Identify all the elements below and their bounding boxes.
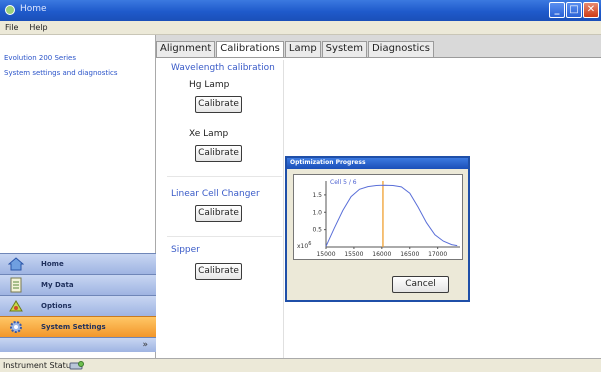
menu-help[interactable]: Help: [24, 21, 53, 34]
group-divider: [167, 176, 282, 177]
link-evolution-series[interactable]: Evolution 200 Series: [4, 54, 134, 63]
dialog-title: Optimization Progress: [290, 159, 366, 166]
y-multiplier-label: x106: [297, 241, 311, 250]
nav-system-settings[interactable]: System Settings: [0, 316, 156, 337]
tab-calibrations[interactable]: Calibrations: [216, 41, 284, 58]
xe-calibrate-button[interactable]: Calibrate: [195, 145, 242, 162]
nav-options-label: Options: [41, 302, 72, 310]
menu-file[interactable]: File: [0, 21, 24, 34]
tab-diagnostics[interactable]: Diagnostics: [367, 41, 434, 57]
x-tick-label: 16500: [400, 251, 419, 258]
group-divider: [167, 236, 282, 237]
y-tick-label: 0.5: [312, 227, 322, 234]
dialog-title-bar: Optimization Progress: [287, 158, 468, 169]
status-bar: Instrument Status: [0, 358, 601, 372]
nav-my-data[interactable]: My Data: [0, 274, 156, 295]
nav-options[interactable]: Options: [0, 295, 156, 316]
progress-chart: 15000 15500 16000 16500 17000 0.5 1.0 1.5 x106 Ce…: [293, 174, 463, 260]
window-title: Home: [20, 4, 47, 14]
cell-changer-calibrate-button[interactable]: Calibrate: [195, 205, 242, 222]
home-icon: [7, 256, 25, 272]
optimization-progress-dialog: Optimization Progress 15000 15500 16000 165…: [285, 156, 470, 302]
settings-icon: [7, 319, 25, 335]
instrument-status-label: Instrument Status: [3, 361, 76, 370]
menu-bar: File Help: [0, 21, 601, 35]
data-icon: [7, 277, 25, 293]
chart-title: Cell 5 / 6: [330, 179, 357, 186]
wavelength-calibration-title: Wavelength calibration: [171, 63, 275, 73]
left-panel: Evolution 200 Series System settings and…: [0, 35, 156, 358]
minimize-button[interactable]: _: [549, 2, 565, 18]
nav-overflow[interactable]: »: [0, 337, 156, 352]
nav-system-settings-label: System Settings: [41, 323, 106, 331]
y-tick-label: 1.5: [312, 192, 322, 199]
title-bar: Home _ □ ✕: [0, 0, 601, 21]
nav-my-data-label: My Data: [41, 281, 74, 289]
chevron-down-icon: »: [142, 340, 148, 350]
series-line: [325, 184, 458, 247]
progress-chart-svg: 15000 15500 16000 16500 17000 0.5 1.0 1.5 x106 Ce…: [297, 179, 460, 258]
app-icon: [5, 5, 15, 15]
hg-calibrate-button[interactable]: Calibrate: [195, 96, 242, 113]
maximize-button[interactable]: □: [566, 2, 582, 18]
tab-lamp[interactable]: Lamp: [284, 41, 321, 57]
instrument-icon: [69, 361, 84, 370]
linear-cell-changer-title: Linear Cell Changer: [171, 189, 260, 199]
tab-strip: Alignment Calibrations Lamp System Diagn…: [156, 41, 435, 58]
nav-home-label: Home: [41, 260, 64, 268]
y-tick-label: 1.0: [312, 209, 322, 216]
x-tick-label: 17000: [428, 251, 447, 258]
tab-alignment[interactable]: Alignment: [156, 41, 216, 57]
hg-lamp-label: Hg Lamp: [189, 80, 230, 90]
options-icon: [7, 298, 25, 314]
close-button[interactable]: ✕: [583, 2, 599, 18]
tab-system[interactable]: System: [321, 41, 367, 57]
cancel-button[interactable]: Cancel: [392, 276, 449, 293]
nav-home[interactable]: Home: [0, 253, 156, 274]
xe-lamp-label: Xe Lamp: [189, 129, 229, 139]
x-tick-label: 15000: [316, 251, 335, 258]
y-multiplier-exponent: 6: [308, 241, 311, 247]
link-system-settings[interactable]: System settings and diagnostics: [4, 69, 134, 78]
x-tick-label: 15500: [344, 251, 363, 258]
sipper-calibrate-button[interactable]: Calibrate: [195, 263, 242, 280]
x-tick-label: 16000: [372, 251, 391, 258]
sipper-title: Sipper: [171, 245, 200, 255]
